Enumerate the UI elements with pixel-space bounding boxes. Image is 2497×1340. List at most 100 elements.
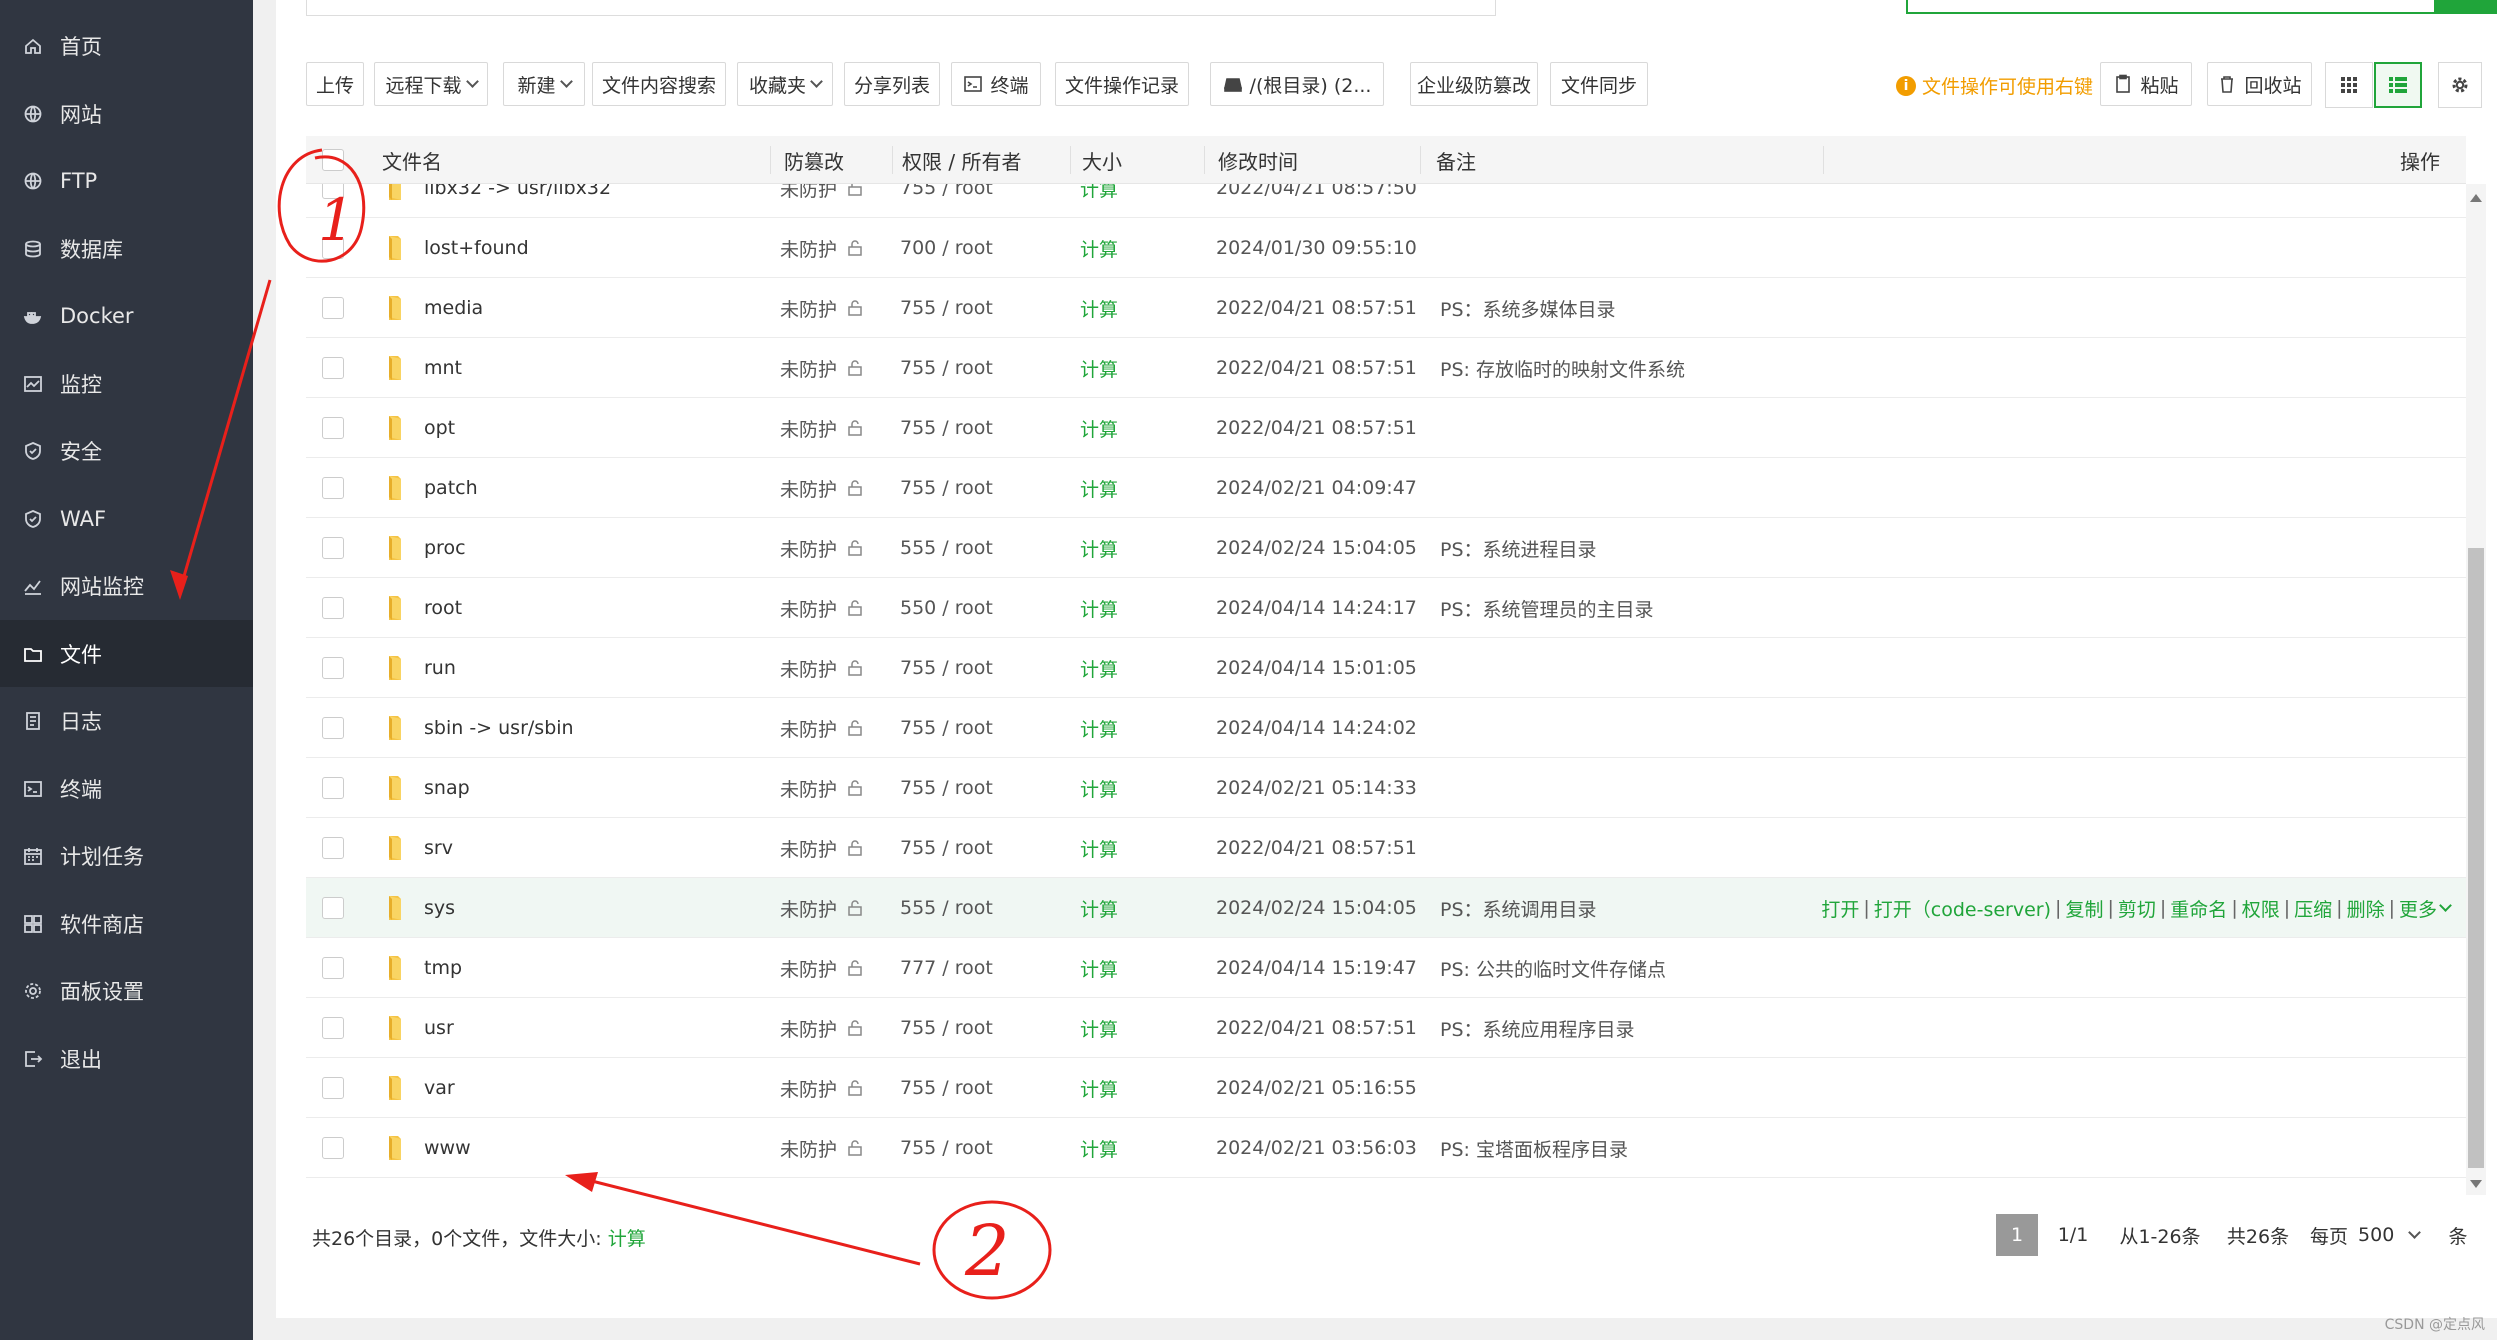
table-row[interactable]: var 未防护 755 / root 计算 2024/02/21 05:16:55 (306, 1058, 2466, 1118)
permission[interactable]: 755 / root (900, 758, 993, 818)
file-name[interactable]: usr (424, 998, 454, 1058)
lock-icon[interactable] (846, 698, 864, 758)
table-row[interactable]: www 未防护 755 / root 计算 2024/02/21 03:56:03 PS:… (306, 1118, 2466, 1178)
permission[interactable]: 555 / root (900, 518, 993, 578)
permission[interactable]: 755 / root (900, 638, 993, 698)
lock-icon[interactable] (846, 1118, 864, 1178)
calc-size-link[interactable]: 计算 (1080, 758, 1118, 818)
row-action-0[interactable]: 打开 (1821, 895, 1859, 922)
favorites-button[interactable]: 收藏夹 (737, 62, 833, 106)
upload-button[interactable]: 上传 (306, 62, 364, 106)
row-action-4[interactable]: 重命名 (2170, 895, 2227, 922)
sidebar-item-6[interactable]: 安全 (0, 417, 253, 484)
permission[interactable]: 550 / root (900, 578, 993, 638)
lock-icon[interactable] (846, 1058, 864, 1118)
file-note[interactable]: PS：系统多媒体目录 (1440, 278, 1616, 338)
file-name[interactable]: root (424, 578, 462, 638)
row-action-3[interactable]: 剪切 (2118, 895, 2156, 922)
permission[interactable]: 755 / root (900, 818, 993, 878)
file-note[interactable]: PS: 存放临时的映射文件系统 (1440, 338, 1685, 398)
table-row[interactable]: opt 未防护 755 / root 计算 2022/04/21 08:57:51 (306, 398, 2466, 458)
file-name[interactable]: opt (424, 398, 455, 458)
calc-size-link[interactable]: 计算 (1080, 878, 1118, 938)
sidebar-item-10[interactable]: 日志 (0, 687, 253, 754)
table-row[interactable]: libx32 -> usr/libx32 未防护 755 / root 计算 2022/… (306, 184, 2466, 218)
sidebar-item-11[interactable]: 终端 (0, 755, 253, 822)
header-mtime[interactable]: 修改时间 (1218, 136, 1298, 184)
row-checkbox[interactable] (322, 578, 344, 638)
lock-icon[interactable] (846, 518, 864, 578)
row-checkbox[interactable] (322, 184, 344, 218)
file-note[interactable]: PS: 公共的临时文件存储点 (1440, 938, 1666, 998)
content-search-button[interactable]: 文件内容搜索 (592, 62, 726, 106)
file-note[interactable]: PS：系统管理员的主目录 (1440, 578, 1654, 638)
tamper-button[interactable]: 企业级防篡改 (1410, 62, 1538, 106)
calc-size-link[interactable]: 计算 (1080, 338, 1118, 398)
share-list-button[interactable]: 分享列表 (844, 62, 940, 106)
file-name[interactable]: mnt (424, 338, 462, 398)
row-checkbox[interactable] (322, 758, 344, 818)
row-action-6[interactable]: 压缩 (2294, 895, 2332, 922)
scrollbar-thumb[interactable] (2468, 548, 2484, 1168)
file-name[interactable]: lost+found (424, 218, 529, 278)
table-row[interactable]: patch 未防护 755 / root 计算 2024/02/21 04:09:47 (306, 458, 2466, 518)
file-name[interactable]: libx32 -> usr/libx32 (424, 184, 611, 218)
file-name[interactable]: var (424, 1058, 455, 1118)
row-checkbox[interactable] (322, 878, 344, 938)
table-row[interactable]: snap 未防护 755 / root 计算 2024/02/21 05:14:33 (306, 758, 2466, 818)
sidebar-item-5[interactable]: 监控 (0, 350, 253, 417)
row-checkbox[interactable] (322, 1118, 344, 1178)
scroll-down-icon[interactable] (2470, 1180, 2482, 1188)
lock-icon[interactable] (846, 218, 864, 278)
sidebar-item-13[interactable]: 软件商店 (0, 890, 253, 957)
table-row[interactable]: usr 未防护 755 / root 计算 2022/04/21 08:57:51 PS：… (306, 998, 2466, 1058)
header-name[interactable]: 文件名 (382, 136, 442, 184)
calc-size-link[interactable]: 计算 (1080, 938, 1118, 998)
permission[interactable]: 777 / root (900, 938, 993, 998)
grid-view-button[interactable] (2325, 62, 2373, 108)
sidebar-item-8[interactable]: 网站监控 (0, 552, 253, 619)
table-row[interactable]: tmp 未防护 777 / root 计算 2024/04/14 15:19:47 PS:… (306, 938, 2466, 998)
calc-size-link[interactable]: 计算 (1080, 578, 1118, 638)
lock-icon[interactable] (846, 398, 864, 458)
row-action-1[interactable]: 打开（code-server) (1874, 895, 2051, 922)
table-row[interactable]: srv 未防护 755 / root 计算 2022/04/21 08:57:51 (306, 818, 2466, 878)
calc-size-link[interactable]: 计算 (608, 1228, 646, 1250)
file-name[interactable]: sys (424, 878, 455, 938)
row-action-5[interactable]: 权限 (2242, 895, 2280, 922)
row-checkbox[interactable] (322, 938, 344, 998)
file-note[interactable]: PS：系统应用程序目录 (1440, 998, 1635, 1058)
remote-download-button[interactable]: 远程下载 (374, 62, 488, 106)
table-row[interactable]: run 未防护 755 / root 计算 2024/04/14 15:01:05 (306, 638, 2466, 698)
sidebar-item-12[interactable]: 计划任务 (0, 822, 253, 889)
lock-icon[interactable] (846, 878, 864, 938)
path-input[interactable] (306, 0, 1496, 16)
lock-icon[interactable] (846, 458, 864, 518)
terminal-button[interactable]: 终端 (951, 62, 1041, 106)
calc-size-link[interactable]: 计算 (1080, 1058, 1118, 1118)
table-row[interactable]: sbin -> usr/sbin 未防护 755 / root 计算 2024/04/1… (306, 698, 2466, 758)
file-note[interactable]: PS：系统调用目录 (1440, 878, 1597, 938)
calc-size-link[interactable]: 计算 (1080, 818, 1118, 878)
calc-size-link[interactable]: 计算 (1080, 998, 1118, 1058)
lock-icon[interactable] (846, 338, 864, 398)
lock-icon[interactable] (846, 998, 864, 1058)
permission[interactable]: 755 / root (900, 338, 993, 398)
lock-icon[interactable] (846, 938, 864, 998)
calc-size-link[interactable]: 计算 (1080, 518, 1118, 578)
permission[interactable]: 555 / root (900, 878, 993, 938)
permission[interactable]: 755 / root (900, 398, 993, 458)
file-note[interactable]: PS: 宝塔面板程序目录 (1440, 1118, 1628, 1178)
permission[interactable]: 755 / root (900, 698, 993, 758)
lock-icon[interactable] (846, 578, 864, 638)
table-row[interactable]: lost+found 未防护 700 / root 计算 2024/01/30 09:5… (306, 218, 2466, 278)
search-input[interactable] (1906, 0, 2436, 14)
file-name[interactable]: patch (424, 458, 478, 518)
file-name[interactable]: snap (424, 758, 470, 818)
scroll-up-icon[interactable] (2470, 194, 2482, 202)
row-checkbox[interactable] (322, 698, 344, 758)
sidebar-item-9[interactable]: 文件 (0, 620, 253, 687)
header-protect[interactable]: 防篡改 (784, 136, 844, 184)
permission[interactable]: 755 / root (900, 1118, 993, 1178)
calc-size-link[interactable]: 计算 (1080, 698, 1118, 758)
